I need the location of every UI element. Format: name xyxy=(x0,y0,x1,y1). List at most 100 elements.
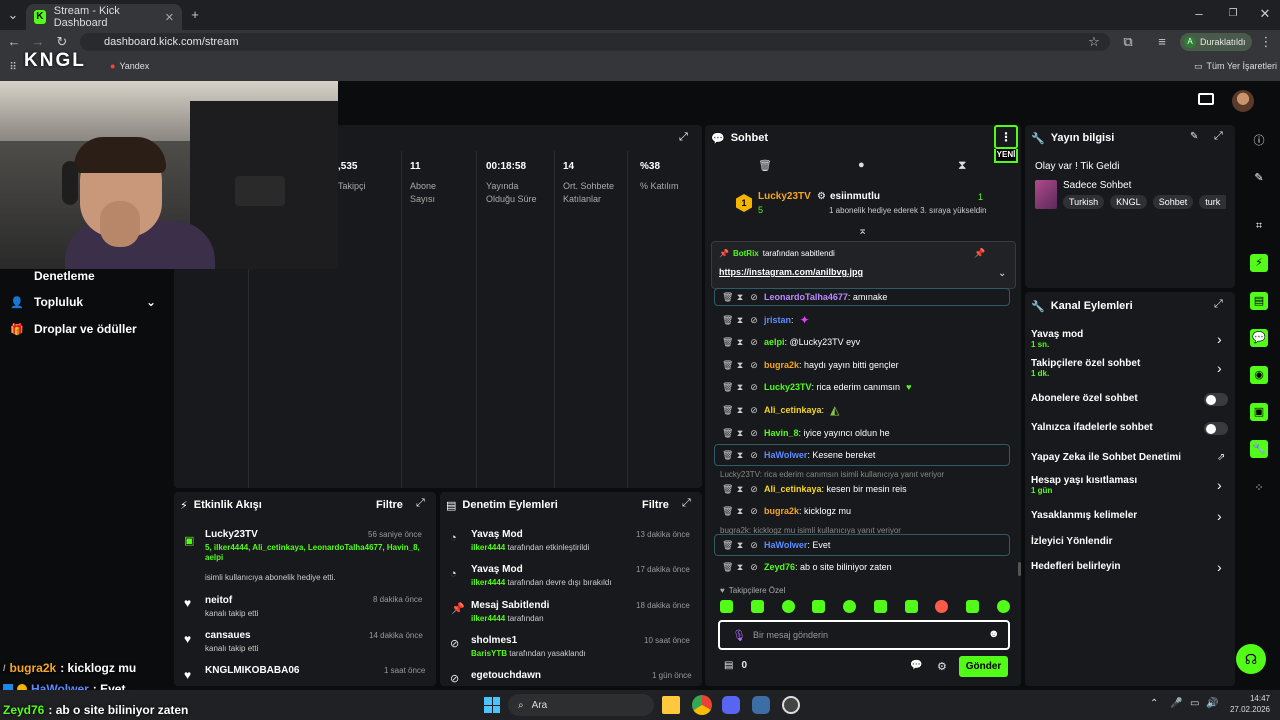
slow-mode-row[interactable]: Yavaş mod 1 sn. › xyxy=(1031,329,1231,355)
browser-tab[interactable]: K Stream - Kick Dashboard ✕ xyxy=(26,4,182,30)
forward-icon[interactable]: → xyxy=(30,32,46,52)
chat-username[interactable]: bugra2k xyxy=(764,506,799,516)
event-user[interactable]: KNGLMIKOBABA06 xyxy=(205,665,299,676)
chat-message[interactable]: 🗑 ⧗ ⊘ HaWolwer: Evet xyxy=(722,538,830,552)
nav-community[interactable]: 👤 Topluluk ⌄ xyxy=(10,295,156,309)
delete-icon[interactable]: 🗑 xyxy=(722,506,733,516)
rail-monitor-icon[interactable]: ▣ xyxy=(1250,403,1268,421)
chat-username[interactable]: Ali_cetinkaya xyxy=(764,405,822,415)
followers-chat-row[interactable]: Takipçilere özel sohbet 1 dk. › xyxy=(1031,358,1231,384)
mod-user[interactable]: ilker4444 xyxy=(471,614,505,623)
ban-icon[interactable]: ⊘ xyxy=(750,405,758,415)
timeout-icon[interactable]: ⧗ xyxy=(736,405,744,415)
ban-icon[interactable]: ⊘ xyxy=(750,428,758,438)
microphone-icon[interactable]: 🎙 xyxy=(732,629,746,642)
leader-1-name[interactable]: Lucky23TV xyxy=(758,191,811,202)
browser-menu-icon[interactable]: ⋮ xyxy=(1258,32,1274,52)
chevron-down-icon[interactable]: ⌄ xyxy=(998,268,1006,279)
chat-username[interactable]: HaWolwer xyxy=(764,540,807,550)
clock[interactable]: 14:47 27.02.2026 xyxy=(1226,693,1270,715)
chat-message[interactable]: 🗑 ⧗ ⊘ bugra2k: kicklogz mu xyxy=(722,504,851,518)
rail-wrench-icon[interactable]: 🔧 xyxy=(1250,440,1268,458)
chat-message[interactable]: 🗑 ⧗ ⊘ Ali_cetinkaya: kesen bir mesin reis xyxy=(722,482,907,496)
event-user[interactable]: Lucky23TV xyxy=(205,529,258,540)
send-button[interactable]: Gönder xyxy=(959,656,1008,677)
tab-close-icon[interactable]: ✕ xyxy=(165,11,174,24)
chat-message[interactable]: 🗑 ⧗ ⊘ aelpi: @Lucky23TV eyv xyxy=(722,335,860,349)
emote-icon[interactable] xyxy=(935,600,949,613)
event-user[interactable]: neitof xyxy=(205,595,232,606)
rail-apps-icon[interactable]: ⁘ xyxy=(1250,479,1268,497)
nav-moderation[interactable]: Denetleme xyxy=(10,269,95,283)
close-window-icon[interactable]: ✕ xyxy=(1256,4,1274,24)
collapse-leaderboard-icon[interactable]: ⌅ xyxy=(858,224,867,237)
chat-username[interactable]: Zeyd76 xyxy=(764,562,795,572)
chat-username[interactable]: bugra2k xyxy=(764,360,799,370)
ban-icon[interactable]: ⊘ xyxy=(750,484,758,494)
ai-mod-row[interactable]: Yapay Zeka ile Sohbet Denetimi ⇗ xyxy=(1031,452,1231,468)
rail-list-icon[interactable]: ▤ xyxy=(1250,292,1268,310)
emoji-picker-icon[interactable]: ☻ xyxy=(988,628,1000,640)
rail-chat-icon[interactable]: 💬 xyxy=(1250,329,1268,347)
emote-icon[interactable] xyxy=(904,600,918,613)
expand-icon[interactable]: ⤢ xyxy=(1214,298,1223,311)
edit-pencil-icon[interactable]: ✎ xyxy=(1190,131,1198,142)
ban-icon[interactable]: ⊘ xyxy=(750,540,758,550)
banned-words-row[interactable]: Yasaklanmış kelimeler › xyxy=(1031,508,1231,526)
taskbar-search[interactable]: ⌕ Ara xyxy=(508,694,654,716)
chat-message[interactable]: 🗑 ⧗ ⊘ jristan: ✦ xyxy=(722,313,810,327)
chat-username[interactable]: HaWolwer xyxy=(764,450,807,460)
chat-rules-icon[interactable]: 💬 xyxy=(910,660,922,671)
emote-chat-toggle[interactable] xyxy=(1204,422,1228,435)
delete-icon[interactable]: 🗑 xyxy=(722,337,733,347)
event-user[interactable]: cansaues xyxy=(205,630,251,641)
chat-mode-icon[interactable]: ● xyxy=(858,159,865,171)
delete-icon[interactable]: 🗑 xyxy=(722,315,733,325)
tab-search-icon[interactable]: ⌄ xyxy=(4,5,22,25)
volume-icon[interactable]: 🔊 xyxy=(1206,698,1218,709)
timeout-icon[interactable]: ⧗ xyxy=(736,315,744,325)
ban-icon[interactable]: ⊘ xyxy=(750,562,758,572)
network-icon[interactable]: ▭ xyxy=(1190,698,1199,709)
delete-icon[interactable]: 🗑 xyxy=(722,540,733,550)
delete-icon[interactable]: 🗑 xyxy=(722,292,733,302)
extensions-icon[interactable]: ⧉ xyxy=(1120,32,1136,52)
back-icon[interactable]: ← xyxy=(6,32,22,52)
activity-filter-button[interactable]: Filtre xyxy=(376,499,403,511)
delete-icon[interactable]: 🗑 xyxy=(722,382,733,392)
delete-icon[interactable]: 🗑 xyxy=(722,484,733,494)
reload-icon[interactable]: ↻ xyxy=(54,32,70,52)
delete-icon[interactable]: 🗑 xyxy=(722,428,733,438)
timeout-icon[interactable]: ⧗ xyxy=(736,292,744,302)
timeout-icon[interactable]: ⧗ xyxy=(736,506,744,516)
timeout-icon[interactable]: ⧗ xyxy=(736,450,744,460)
mod-user[interactable]: ilker4444 xyxy=(471,578,505,587)
chat-message[interactable]: 🗑 ⧗ ⊘ Ali_cetinkaya: ◭ xyxy=(722,403,839,417)
emote-icon[interactable] xyxy=(720,600,733,613)
stream-preview-icon[interactable] xyxy=(1198,93,1214,105)
ban-icon[interactable]: ⊘ xyxy=(750,292,758,302)
expand-icon[interactable]: ⤢ xyxy=(682,497,691,510)
discord-icon[interactable] xyxy=(722,696,740,714)
chat-username[interactable]: aelpi xyxy=(764,337,785,347)
ban-icon[interactable]: ⊘ xyxy=(750,337,758,347)
ban-icon[interactable]: ⊘ xyxy=(750,315,758,325)
apps-grid-icon[interactable]: ⠿ xyxy=(6,58,20,78)
emote-icon[interactable] xyxy=(750,600,764,613)
timeout-icon[interactable]: ⧗ xyxy=(736,382,744,392)
hourglass-icon[interactable]: ⧗ xyxy=(958,158,966,173)
ban-icon[interactable]: ⊘ xyxy=(750,506,758,516)
leader-2[interactable]: ⚙ esiinmutlu xyxy=(817,191,880,202)
crop-icon[interactable]: ⌗ xyxy=(1250,217,1268,235)
timeout-icon[interactable]: ⧗ xyxy=(736,484,744,494)
bookmark-yandex[interactable]: ● Yandex xyxy=(110,61,149,71)
support-headset-icon[interactable]: ☊ xyxy=(1236,644,1266,674)
mod-user[interactable]: BarisYTB xyxy=(471,649,507,658)
timeout-icon[interactable]: ⧗ xyxy=(736,428,744,438)
goals-row[interactable]: Hedefleri belirleyin › xyxy=(1031,559,1231,577)
chat-username[interactable]: Havin_8 xyxy=(764,428,799,438)
pinned-link[interactable]: https://instagram.com/anilbvg.jpg xyxy=(719,267,863,277)
delete-icon[interactable]: 🗑 xyxy=(722,562,733,572)
account-age-row[interactable]: Hesap yaşı kısıtlaması 1 gün › xyxy=(1031,475,1231,501)
user-avatar[interactable] xyxy=(1232,90,1254,112)
